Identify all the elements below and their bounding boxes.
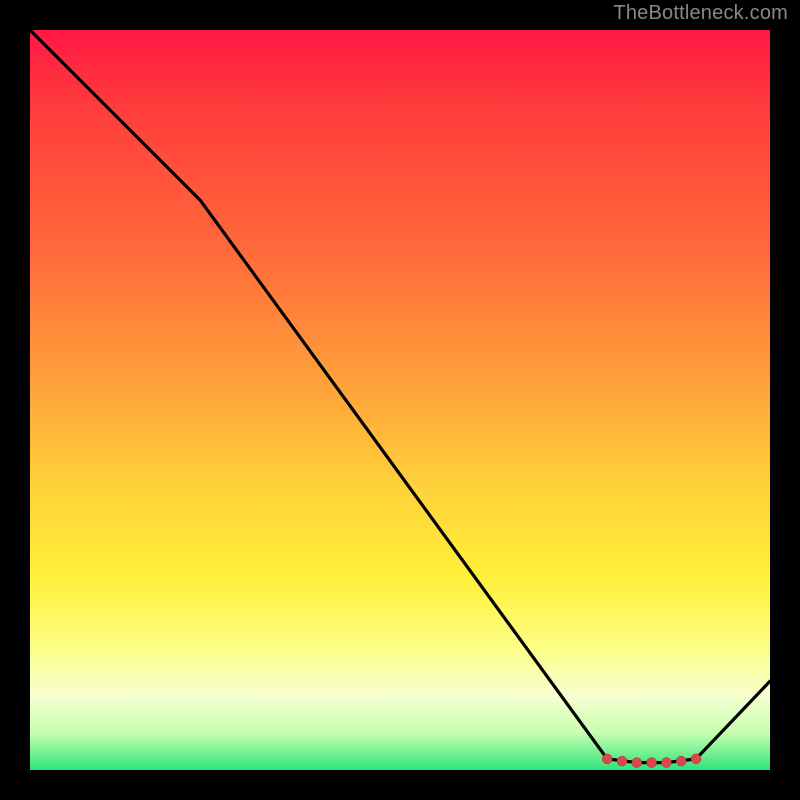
optimal-range-markers xyxy=(602,754,701,768)
plot-area xyxy=(30,30,770,770)
marker-dot xyxy=(661,758,671,768)
marker-dot xyxy=(676,756,686,766)
attribution-label: TheBottleneck.com xyxy=(613,2,788,25)
marker-dot xyxy=(647,758,657,768)
curve-svg xyxy=(30,30,770,770)
chart-frame: TheBottleneck.com xyxy=(0,0,800,800)
bottleneck-curve xyxy=(30,30,770,763)
marker-dot xyxy=(602,754,612,764)
marker-dot xyxy=(617,756,627,766)
marker-dot xyxy=(691,754,701,764)
marker-dot xyxy=(632,758,642,768)
